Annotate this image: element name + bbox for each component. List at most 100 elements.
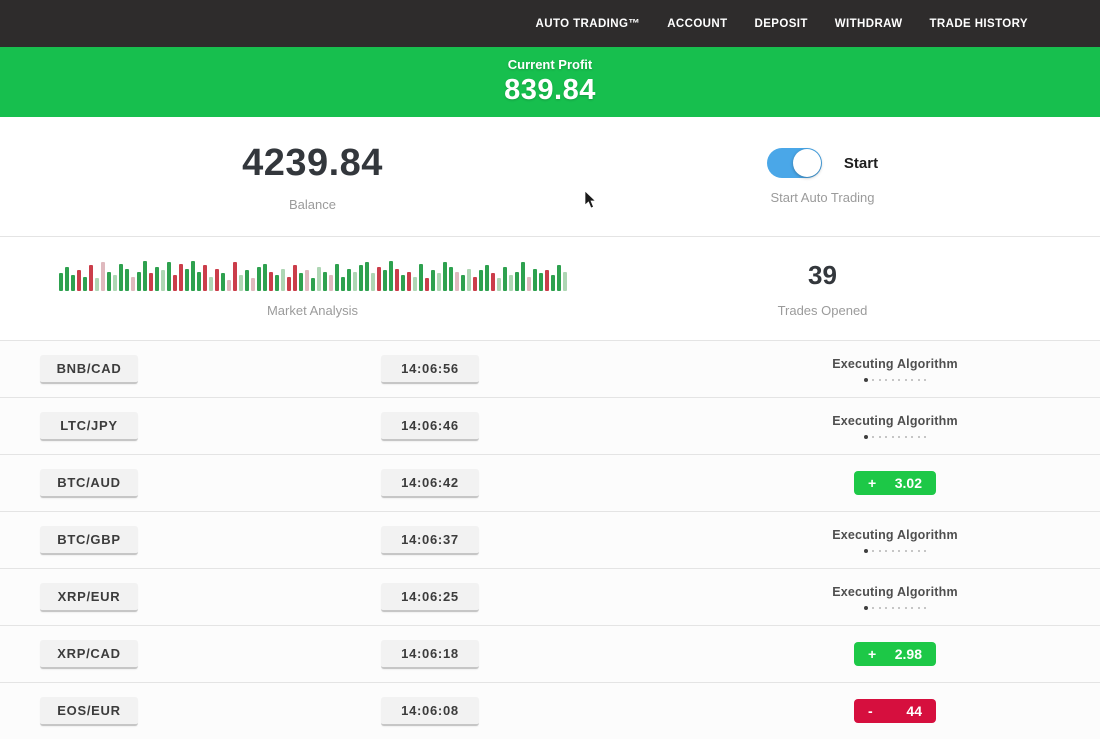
chart-bar: [347, 269, 351, 291]
chart-bar: [143, 261, 147, 291]
current-profit-banner: Current Profit 839.84: [0, 47, 1100, 117]
auto-trading-caption: Start Auto Trading: [770, 190, 874, 205]
table-row: EOS/EUR 14:06:08 -44: [0, 682, 1100, 739]
nav-item-auto-trading[interactable]: AUTO TRADING™: [536, 18, 641, 30]
current-profit-value: 839.84: [0, 74, 1100, 107]
chart-bar: [545, 270, 549, 291]
chart-bar: [371, 273, 375, 291]
chart-bar: [533, 269, 537, 291]
pair-pill[interactable]: XRP/EUR: [40, 583, 138, 612]
toggle-knob: [793, 149, 821, 177]
chart-bar: [149, 273, 153, 291]
chart-bar: [311, 278, 315, 291]
chart-bar: [131, 277, 135, 291]
progress-dot: [898, 550, 900, 552]
chart-bar: [509, 275, 513, 291]
market-analysis-block: Market Analysis: [40, 237, 585, 340]
trade-status: +2.98: [730, 642, 1060, 666]
progress-dot: [892, 607, 894, 609]
chart-bar: [233, 262, 237, 291]
progress-dot: [924, 550, 926, 552]
chart-bar: [353, 272, 357, 291]
progress-dot: [892, 436, 894, 438]
progress-dot: [864, 549, 868, 553]
pair-pill[interactable]: EOS/EUR: [40, 697, 138, 726]
chart-bar: [287, 277, 291, 291]
top-nav-items: AUTO TRADING™ ACCOUNT DEPOSIT WITHDRAW TRADE…: [536, 18, 1028, 30]
pair-pill[interactable]: XRP/CAD: [40, 640, 138, 669]
progress-dot: [924, 379, 926, 381]
chart-bar: [107, 272, 111, 291]
chart-bar: [563, 272, 567, 291]
chart-bar: [359, 265, 363, 291]
chart-bar: [335, 264, 339, 291]
chart-bar: [341, 277, 345, 291]
progress-dot: [885, 436, 887, 438]
table-row: LTC/JPY 14:06:46 Executing Algorithm: [0, 397, 1100, 454]
nav-item-withdraw[interactable]: WITHDRAW: [835, 18, 903, 30]
progress-dot: [911, 607, 913, 609]
nav-item-account[interactable]: ACCOUNT: [667, 18, 727, 30]
executing-algorithm-label: Executing Algorithm: [730, 585, 1060, 599]
time-pill[interactable]: 14:06:18: [381, 640, 479, 669]
chart-bar: [227, 280, 231, 291]
chart-bar: [407, 272, 411, 291]
chart-bar: [449, 267, 453, 291]
chart-bar: [221, 273, 225, 291]
progress-dot: [879, 379, 881, 381]
time-pill[interactable]: 14:06:08: [381, 697, 479, 726]
time-pill[interactable]: 14:06:25: [381, 583, 479, 612]
time-pill[interactable]: 14:06:46: [381, 412, 479, 441]
chart-bar: [293, 265, 297, 291]
result-badge: +2.98: [854, 642, 936, 666]
progress-dot: [879, 607, 881, 609]
market-analysis-label: Market Analysis: [267, 303, 358, 318]
progress-dot: [872, 379, 874, 381]
chart-bar: [365, 262, 369, 291]
chart-bar: [77, 270, 81, 291]
progress-dot: [892, 379, 894, 381]
chart-bar: [503, 267, 507, 291]
chart-bar: [239, 275, 243, 291]
chart-bar: [485, 265, 489, 291]
chart-bar: [191, 261, 195, 291]
executing-algorithm-label: Executing Algorithm: [730, 414, 1060, 428]
progress-dot: [918, 550, 920, 552]
time-pill[interactable]: 14:06:42: [381, 469, 479, 498]
progress-dot: [898, 607, 900, 609]
pair-pill[interactable]: LTC/JPY: [40, 412, 138, 441]
chart-bar: [173, 275, 177, 291]
chart-bar: [119, 264, 123, 291]
progress-dot: [924, 607, 926, 609]
chart-bar: [413, 277, 417, 291]
time-pill[interactable]: 14:06:56: [381, 355, 479, 384]
progress-dot: [885, 550, 887, 552]
trade-status: Executing Algorithm: [730, 357, 1060, 382]
pair-pill[interactable]: BTC/GBP: [40, 526, 138, 555]
chart-bar: [71, 275, 75, 291]
chart-bar: [65, 267, 69, 291]
chart-bar: [281, 269, 285, 291]
progress-dot: [885, 379, 887, 381]
table-row: BTC/GBP 14:06:37 Executing Algorithm: [0, 511, 1100, 568]
chart-bar: [59, 273, 63, 291]
chart-bar: [263, 264, 267, 291]
nav-item-trade-history[interactable]: TRADE HISTORY: [930, 18, 1029, 30]
trade-status: Executing Algorithm: [730, 585, 1060, 610]
table-row: BNB/CAD 14:06:56 Executing Algorithm: [0, 340, 1100, 397]
time-pill[interactable]: 14:06:37: [381, 526, 479, 555]
auto-trading-toggle[interactable]: [767, 148, 822, 178]
executing-algorithm-label: Executing Algorithm: [730, 357, 1060, 371]
chart-bar: [113, 275, 117, 291]
auto-trading-block: Start Start Auto Trading: [585, 117, 1060, 236]
nav-item-deposit[interactable]: DEPOSIT: [755, 18, 808, 30]
chart-bar: [299, 273, 303, 291]
chart-bar: [437, 273, 441, 291]
chart-bar: [323, 272, 327, 291]
chart-bar: [257, 267, 261, 291]
pair-pill[interactable]: BTC/AUD: [40, 469, 138, 498]
chart-bar: [551, 275, 555, 291]
progress-dot: [872, 607, 874, 609]
pair-pill[interactable]: BNB/CAD: [40, 355, 138, 384]
trades-opened-block: 39 Trades Opened: [585, 237, 1060, 340]
